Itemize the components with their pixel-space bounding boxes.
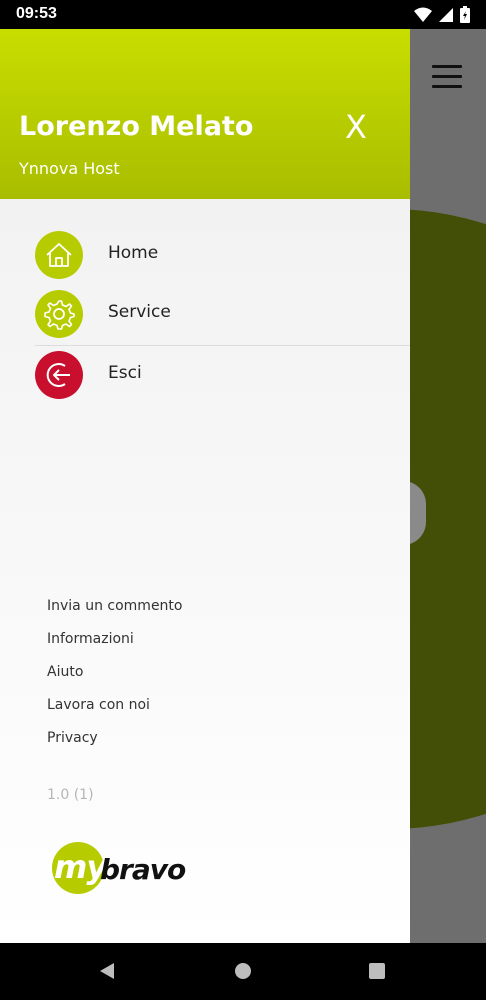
- system-nav-bar: [0, 943, 486, 1000]
- link-careers[interactable]: Lavora con noi: [47, 696, 182, 729]
- menu-item-label: Esci: [108, 363, 142, 383]
- user-role: Ynnova Host: [19, 159, 120, 178]
- home-icon[interactable]: [234, 962, 252, 980]
- mybravo-logo: my bravo: [52, 839, 192, 899]
- logo-text-bravo: bravo: [100, 853, 186, 886]
- link-info[interactable]: Informazioni: [47, 630, 182, 663]
- link-feedback[interactable]: Invia un commento: [47, 597, 182, 630]
- menu-item-esci[interactable]: Esci: [0, 346, 410, 404]
- link-privacy[interactable]: Privacy: [47, 729, 182, 762]
- status-bar: 09:53: [0, 0, 486, 29]
- menu-item-home[interactable]: Home: [0, 226, 410, 284]
- menu-item-label: Service: [108, 302, 171, 322]
- wifi-icon: [414, 7, 432, 22]
- app-version: 1.0 (1): [47, 787, 94, 803]
- battery-icon: [460, 6, 470, 23]
- recents-icon[interactable]: [368, 962, 386, 980]
- hamburger-icon[interactable]: [432, 65, 462, 89]
- menu-item-label: Home: [108, 243, 159, 263]
- status-time: 09:53: [16, 5, 57, 22]
- logout-icon: [35, 351, 83, 399]
- logo-text-my: my: [54, 848, 107, 886]
- home-icon: [35, 231, 83, 279]
- back-icon[interactable]: [98, 962, 116, 980]
- status-icons: [414, 6, 470, 23]
- drawer-header: Lorenzo Melato Ynnova Host X: [0, 29, 410, 199]
- menu-item-service[interactable]: Service: [0, 285, 410, 343]
- gear-icon: [35, 290, 83, 338]
- signal-icon: [439, 7, 453, 22]
- link-help[interactable]: Aiuto: [47, 663, 182, 696]
- user-name: Lorenzo Melato: [19, 111, 254, 142]
- close-button[interactable]: X: [336, 107, 376, 147]
- navigation-drawer: Lorenzo Melato Ynnova Host X Home Servic…: [0, 29, 410, 943]
- secondary-links: Invia un commento Informazioni Aiuto Lav…: [47, 597, 182, 762]
